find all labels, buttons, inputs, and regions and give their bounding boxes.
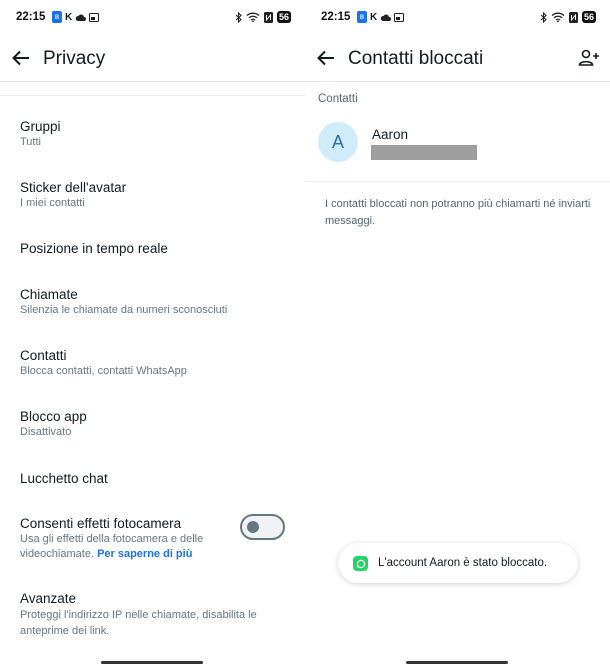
setting-live-location[interactable]: Posizione in tempo reale — [20, 240, 290, 257]
setting-contacts[interactable]: Contatti Blocca contatti, contatti Whats… — [20, 347, 290, 379]
setting-subtitle: I miei contatti — [20, 197, 85, 209]
status-system-icons: 56 — [540, 11, 596, 23]
setting-subtitle: Proteggi l'indirizzo IP nelle chiamate, … — [20, 609, 257, 637]
setting-subtitle: Disattivato — [20, 426, 72, 438]
setting-subtitle: Tutti — [20, 136, 41, 148]
home-indicator[interactable] — [406, 661, 508, 664]
setting-title: Avanzate — [20, 591, 77, 606]
setting-title: Sticker dell'avatar — [20, 180, 127, 195]
back-button[interactable] — [10, 47, 32, 69]
blocked-contact-row[interactable]: A Aaron — [305, 118, 610, 170]
setting-chat-lock[interactable]: Lucchetto chat — [20, 470, 290, 487]
cast-icon — [394, 11, 405, 23]
contact-name: Aaron — [372, 127, 409, 142]
person-add-icon — [578, 49, 599, 66]
avatar: A — [318, 122, 358, 162]
bluetooth-icon — [235, 11, 242, 23]
toast-notification: L'account Aaron è stato bloccato. — [338, 543, 578, 583]
header-divider — [0, 81, 305, 82]
back-button[interactable] — [315, 47, 337, 69]
setting-title: Blocco app — [20, 409, 87, 424]
cloud-icon — [380, 11, 392, 23]
home-indicator[interactable] — [101, 661, 203, 664]
setting-title: Chiamate — [20, 287, 78, 302]
toast-message: L'account Aaron è stato bloccato. — [378, 557, 548, 569]
k-icon: K — [370, 11, 378, 23]
setting-subtitle: Usa gli effetti della fotocamera e delle… — [20, 532, 232, 562]
setting-camera-effects[interactable]: Consenti effetti fotocamera Usa gli effe… — [20, 515, 232, 562]
bluetooth-badge-icon: ʙ — [52, 11, 62, 23]
wifi-icon — [551, 11, 565, 23]
battery-icon: 56 — [276, 11, 291, 23]
battery-icon: 56 — [581, 11, 596, 23]
wifi-icon — [246, 11, 260, 23]
status-time: 22:15 — [16, 11, 46, 23]
nfc-icon — [263, 11, 273, 23]
setting-advanced[interactable]: Avanzate Proteggi l'indirizzo IP nelle c… — [20, 590, 288, 639]
whatsapp-icon — [353, 556, 368, 571]
bluetooth-badge-icon: ʙ — [357, 11, 367, 23]
cast-icon — [89, 11, 100, 23]
redacted-phone-number — [371, 145, 477, 160]
blocked-info-text: I contatti bloccati non potranno più chi… — [325, 198, 591, 227]
setting-calls[interactable]: Chiamate Silenzia le chiamate da numeri … — [20, 286, 290, 318]
app-bar: Contatti bloccati — [305, 34, 610, 82]
status-notification-icons: ʙ K — [357, 11, 405, 23]
setting-groups[interactable]: Gruppi Tutti — [20, 118, 290, 150]
setting-title: Lucchetto chat — [20, 471, 108, 486]
status-time: 22:15 — [321, 11, 351, 23]
status-bar: 22:15 ʙ K 56 — [305, 0, 610, 34]
privacy-screen: 22:15 ʙ K 56 Privacy Gruppi Tutti Sticke… — [0, 0, 305, 671]
toggle-knob — [247, 521, 259, 533]
arrow-left-icon — [12, 50, 29, 66]
setting-subtitle: Blocca contatti, contatti WhatsApp — [20, 365, 187, 377]
page-title: Contatti bloccati — [348, 48, 484, 69]
status-notification-icons: ʙ K — [52, 11, 100, 23]
camera-effects-toggle[interactable] — [240, 514, 285, 540]
cloud-icon — [75, 11, 87, 23]
status-bar: 22:15 ʙ K 56 — [0, 0, 305, 34]
bluetooth-icon — [540, 11, 547, 23]
list-divider — [305, 181, 610, 182]
app-bar: Privacy — [0, 34, 305, 82]
header-divider — [305, 81, 610, 82]
setting-title: Posizione in tempo reale — [20, 241, 168, 256]
page-title: Privacy — [43, 48, 106, 69]
setting-title: Consenti effetti fotocamera — [20, 516, 182, 531]
nfc-icon — [568, 11, 578, 23]
status-system-icons: 56 — [235, 11, 291, 23]
setting-title: Gruppi — [20, 119, 61, 134]
add-blocked-contact-button[interactable] — [578, 47, 600, 69]
learn-more-link[interactable]: Per saperne di più — [97, 548, 192, 560]
setting-avatar-stickers[interactable]: Sticker dell'avatar I miei contatti — [20, 179, 290, 211]
k-icon: K — [65, 11, 73, 23]
setting-title: Contatti — [20, 348, 67, 363]
setting-app-lock[interactable]: Blocco app Disattivato — [20, 408, 290, 440]
section-label: Contatti — [318, 93, 358, 105]
blocked-contacts-screen: 22:15 ʙ K 56 Contatti bloccati Contatti … — [305, 0, 610, 671]
section-divider — [0, 95, 305, 96]
setting-subtitle: Silenzia le chiamate da numeri sconosciu… — [20, 304, 228, 316]
arrow-left-icon — [317, 50, 334, 66]
